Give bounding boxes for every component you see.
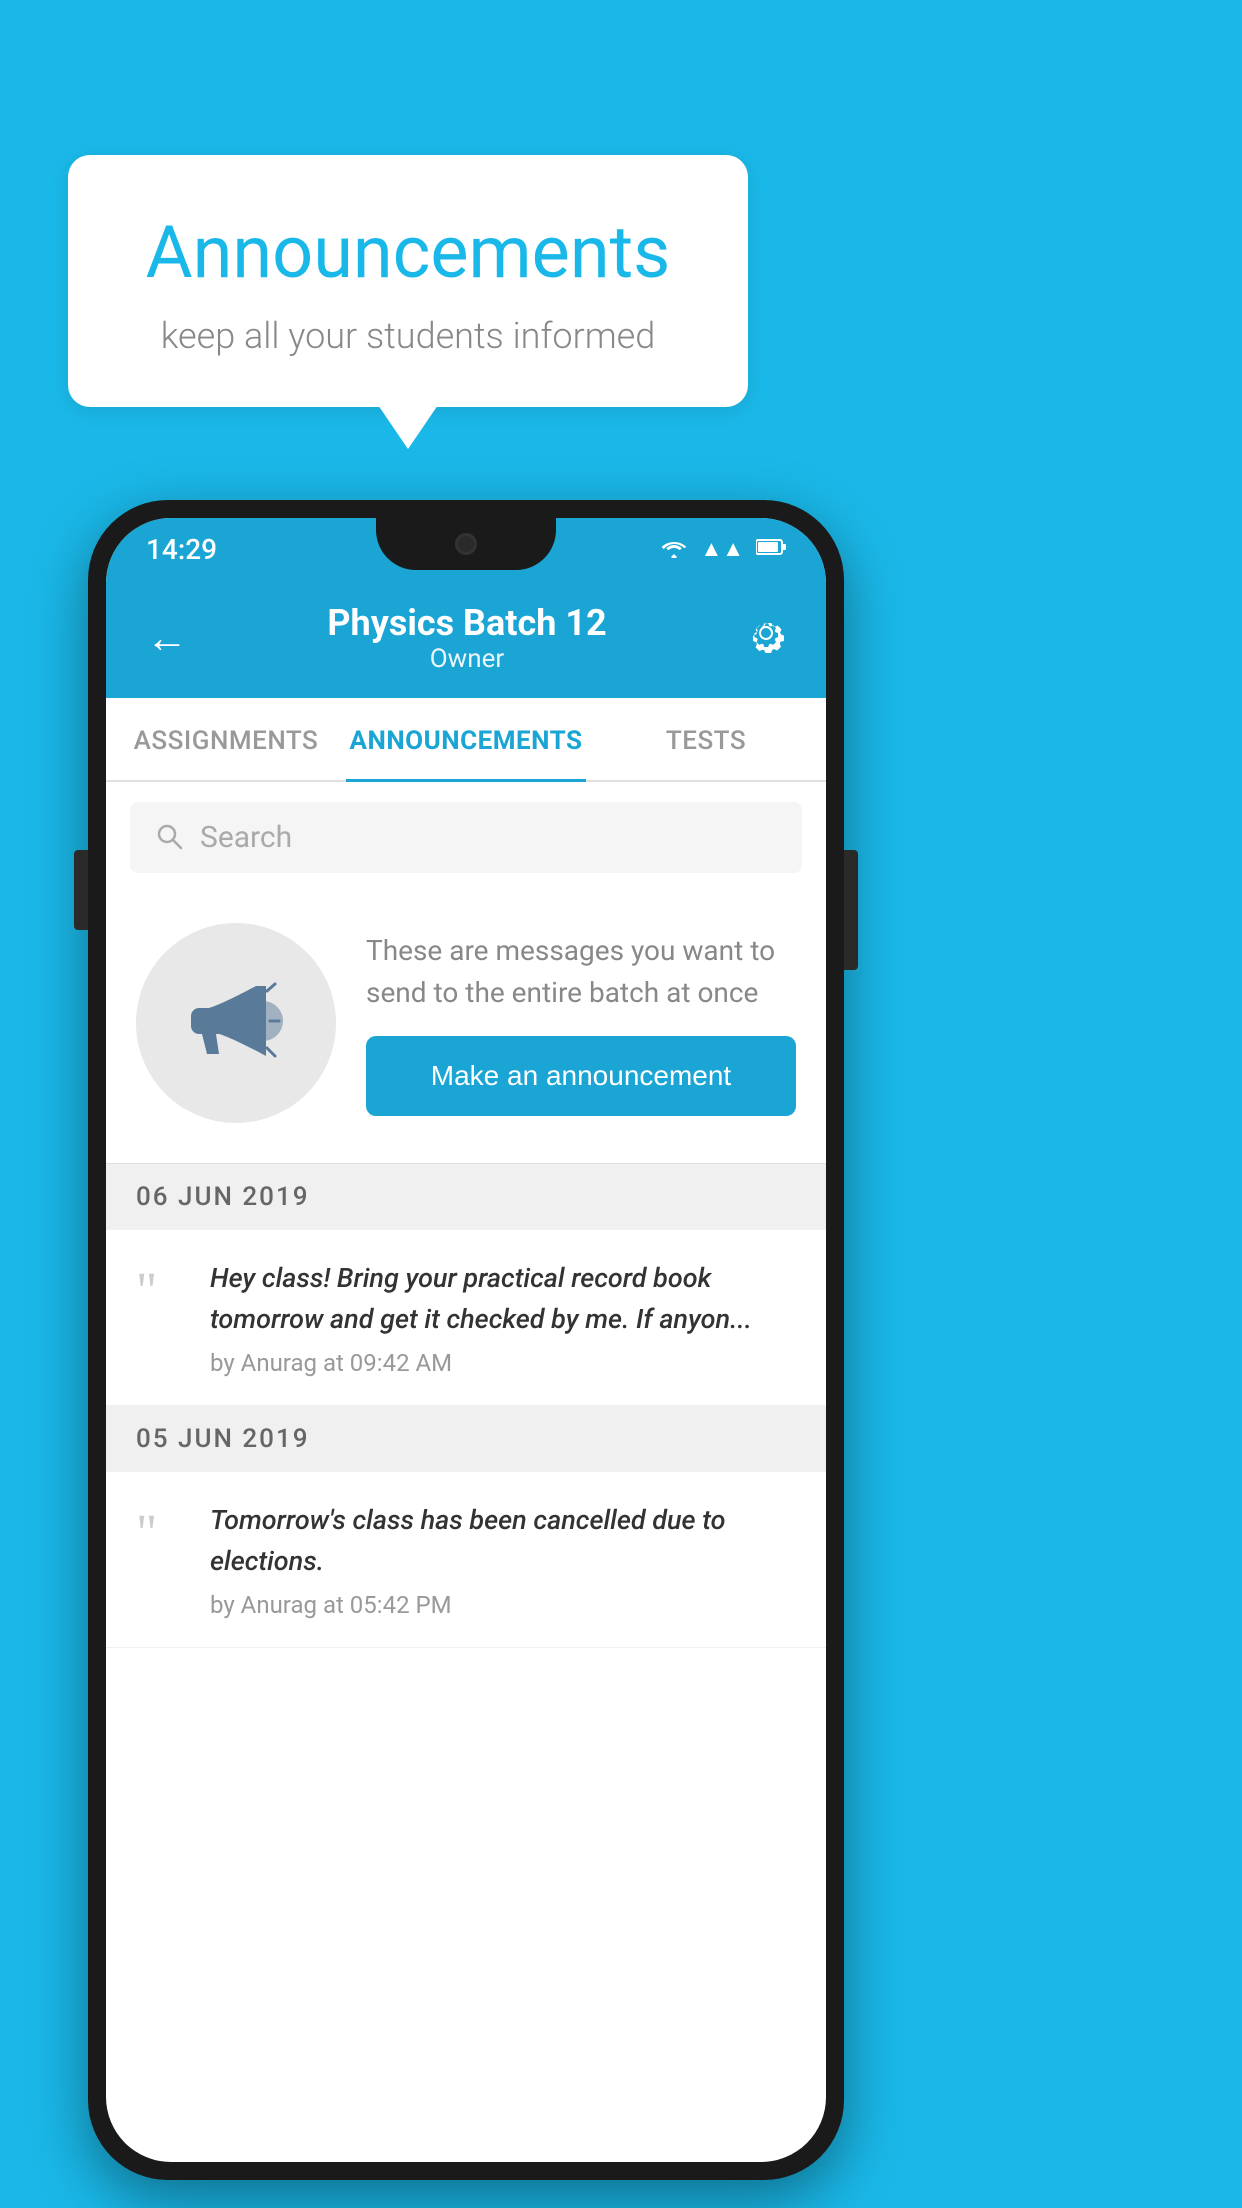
promo-description: These are messages you want to send to t… [366,930,796,1014]
phone-wrapper: 14:29 ▲▲ [88,500,844,2180]
search-input-wrapper[interactable]: Search [130,802,802,873]
search-container: Search [106,782,826,893]
signal-icon: ▲▲ [700,536,744,562]
announcement-content-2: Tomorrow's class has been cancelled due … [210,1500,796,1619]
tab-assignments[interactable]: ASSIGNMENTS [106,698,346,780]
promo-icon-circle [136,923,336,1123]
phone-outer: 14:29 ▲▲ [88,500,844,2180]
app-header: ← Physics Batch 12 Owner [106,580,826,698]
promo-right: These are messages you want to send to t… [366,930,796,1116]
date-separator-1: 06 JUN 2019 [106,1164,826,1230]
search-icon [154,821,184,855]
announcement-text-1: Hey class! Bring your practical record b… [210,1258,796,1339]
tabs-bar: ASSIGNMENTS ANNOUNCEMENTS TESTS [106,698,826,782]
announcement-item-2[interactable]: " Tomorrow's class has been cancelled du… [106,1472,826,1648]
back-button[interactable]: ← [146,614,188,663]
announcement-item-1[interactable]: " Hey class! Bring your practical record… [106,1230,826,1406]
announcement-meta-2: by Anurag at 05:42 PM [210,1591,796,1619]
tab-tests[interactable]: TESTS [586,698,826,780]
make-announcement-button[interactable]: Make an announcement [366,1036,796,1116]
phone-screen: 14:29 ▲▲ [106,518,826,2162]
speech-bubble: Announcements keep all your students inf… [68,155,748,407]
camera-notch [455,533,477,555]
speech-bubble-container: Announcements keep all your students inf… [68,155,748,407]
bubble-subtitle: keep all your students informed [128,315,688,357]
search-placeholder: Search [200,820,292,855]
wifi-icon [660,536,688,562]
megaphone-icon [181,966,291,1080]
tab-announcements[interactable]: ANNOUNCEMENTS [346,698,586,780]
announcement-text-2: Tomorrow's class has been cancelled due … [210,1500,796,1581]
batch-title: Physics Batch 12 [327,602,606,644]
batch-role: Owner [327,644,606,674]
phone-notch [376,518,556,570]
battery-icon [756,538,786,560]
quote-icon-2: " [136,1508,186,1560]
status-time: 14:29 [146,533,217,566]
announcement-meta-1: by Anurag at 09:42 AM [210,1349,796,1377]
quote-icon-1: " [136,1266,186,1318]
promo-area: These are messages you want to send to t… [106,893,826,1164]
status-icons: ▲▲ [660,536,786,562]
header-title-area: Physics Batch 12 Owner [327,602,606,674]
settings-icon[interactable] [746,613,786,663]
date-separator-2: 05 JUN 2019 [106,1406,826,1472]
announcement-content-1: Hey class! Bring your practical record b… [210,1258,796,1377]
bubble-title: Announcements [128,210,688,295]
